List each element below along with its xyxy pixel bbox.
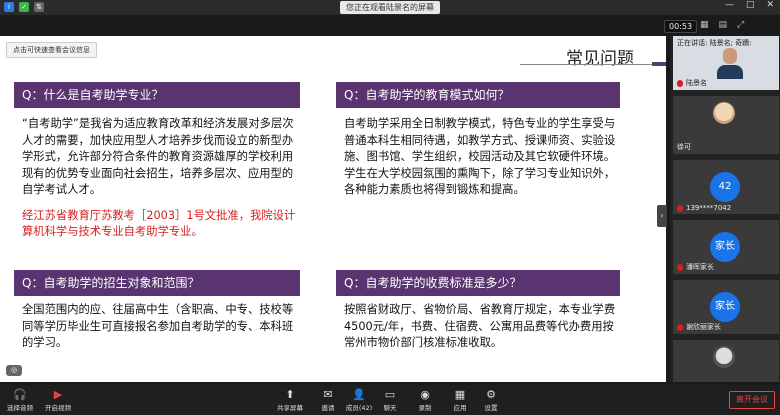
participant-name: 徐可	[677, 143, 691, 151]
meeting-toolbar: 🎧 选择音频 ▶ 开启视频 ⬆ 共享屏幕 ✉ 邀请 👤 成员(42) ▭ 聊天 ◉ 录制 ▦ 应…	[0, 385, 780, 415]
settings-label: 设置	[484, 404, 498, 412]
participant-avatar	[713, 346, 735, 368]
question-2-answer: 自考助学采用全日制教学模式，特色专业的学生享受与普通本科生相同待遇，如教学方式、…	[344, 117, 616, 196]
top-left-icons: i ✓ ⇅	[4, 2, 44, 12]
participant-tile-speaker[interactable]: 正在讲话: 陆景名; 奇蹟: 陆景名	[673, 36, 779, 90]
video-label: 开启视频	[45, 404, 71, 412]
title-accent-bar	[652, 62, 666, 66]
record-icon: ◉	[420, 388, 430, 401]
participant-avatar	[713, 102, 735, 124]
camera-switch-icon[interactable]: ◎	[6, 365, 22, 376]
mic-muted-icon	[677, 204, 683, 212]
audio-label: 选择音频	[7, 404, 33, 412]
participant-name: 潘晖家长	[677, 262, 714, 272]
participant-avatar: 42	[710, 172, 740, 202]
collapse-gallery-icon[interactable]: ›	[657, 205, 667, 227]
question-3-answer: 全国范围内的应、往届高中生（含职高、中专、技校等同等学历毕业生可直接报名参加自考…	[22, 303, 294, 349]
audio-button[interactable]: 🎧 选择音频	[0, 388, 40, 412]
network-icon[interactable]: ⇅	[34, 2, 44, 12]
participant-name: 谢欣丽家长	[677, 322, 721, 332]
participant-gallery: 正在讲话: 陆景名; 奇蹟: 陆景名 徐可 42 139****7042 家长 …	[670, 36, 780, 382]
mic-muted-icon	[677, 79, 683, 87]
share-screen-icon: ⬆	[285, 388, 295, 401]
grid-view-icon[interactable]: ▤	[719, 20, 728, 30]
top-bar: i ✓ ⇅ 您正在观看陆景名的屏幕 — □ ✕	[0, 0, 780, 15]
participant-name: 陆景名	[677, 78, 707, 88]
share-label: 共享屏幕	[277, 404, 303, 412]
screen-share-banner: 您正在观看陆景名的屏幕	[340, 1, 440, 14]
slide-title: 常见问题	[566, 49, 634, 69]
fullscreen-icon[interactable]: ⤢	[737, 20, 744, 30]
apps-label: 应用	[453, 404, 467, 412]
participant-tile[interactable]: 家长 谢欣丽家长	[673, 280, 779, 334]
minimize-icon[interactable]: —	[725, 0, 734, 10]
invite-label: 邀请	[321, 404, 335, 412]
gear-icon: ⚙	[486, 388, 496, 401]
mic-muted-icon	[677, 323, 683, 331]
participant-tile[interactable]	[673, 340, 779, 382]
share-screen-button[interactable]: ⬆ 共享屏幕	[270, 388, 310, 412]
maximize-icon[interactable]: □	[746, 0, 755, 10]
meeting-timer: 00:53	[664, 20, 698, 33]
leave-meeting-button[interactable]: 离开会议	[729, 391, 775, 409]
headphone-icon: 🎧	[13, 388, 27, 401]
record-label: 录制	[418, 404, 432, 412]
video-off-icon: ▶	[53, 388, 63, 401]
question-4-heading: Q：自考助学的收费标准是多少？	[336, 270, 620, 296]
participant-tile[interactable]: 家长 潘晖家长	[673, 220, 779, 274]
video-button[interactable]: ▶ 开启视频	[38, 388, 78, 412]
speaking-label: 正在讲话: 陆景名; 奇蹟:	[677, 39, 752, 47]
record-button[interactable]: ◉ 录制	[405, 388, 445, 412]
participant-tile[interactable]: 徐可	[673, 96, 779, 154]
chat-button[interactable]: ▭ 聊天	[370, 388, 410, 412]
question-1-answer: “自考助学”是我省为适应教育改革和经济发展对多层次人才的需要，加快应用型人才培养…	[22, 116, 300, 241]
participant-name: 139****7042	[677, 204, 731, 212]
title-divider	[520, 64, 666, 65]
question-1-answer-text: “自考助学”是我省为适应教育改革和经济发展对多层次人才的需要，加快应用型人才培养…	[22, 117, 294, 196]
participant-video	[717, 48, 743, 79]
view-controls: ▦ ▤ ⤢	[700, 20, 744, 30]
participant-avatar: 家长	[710, 292, 740, 322]
meeting-info-tip-button[interactable]: 点击可快速查看会议信息	[6, 42, 97, 58]
security-shield-icon[interactable]: ✓	[19, 2, 29, 12]
chat-icon: ▭	[384, 388, 396, 401]
question-4-answer: 按照省财政厅、省物价局、省教育厅规定，本专业学费4500元/年，书费、住宿费、公…	[344, 303, 616, 349]
window-controls: — □ ✕	[725, 0, 774, 10]
chat-label: 聊天	[383, 404, 397, 412]
layout-icon[interactable]: ▦	[700, 20, 709, 30]
question-1-approval-note: 经江苏省教育厅苏教考［2003］1号文批准，我院设计算机科学与技术专业自考助学专…	[22, 208, 296, 239]
close-icon[interactable]: ✕	[766, 0, 774, 10]
participant-avatar: 家长	[710, 232, 740, 262]
settings-button[interactable]: ⚙ 设置	[471, 388, 511, 412]
mic-muted-icon	[677, 263, 683, 271]
shared-screen-slide: 点击可快速查看会议信息 常见问题 Q：什么是自考助学专业？ “自考助学”是我省为…	[0, 36, 666, 382]
question-1-heading: Q：什么是自考助学专业？	[14, 82, 300, 108]
question-3-heading: Q：自考助学的招生对象和范围？	[14, 270, 300, 296]
question-2-heading: Q：自考助学的教育模式如何？	[336, 82, 620, 108]
info-icon[interactable]: i	[4, 2, 14, 12]
members-label: 成员(42)	[345, 404, 373, 412]
participant-tile[interactable]: 42 139****7042	[673, 160, 779, 214]
